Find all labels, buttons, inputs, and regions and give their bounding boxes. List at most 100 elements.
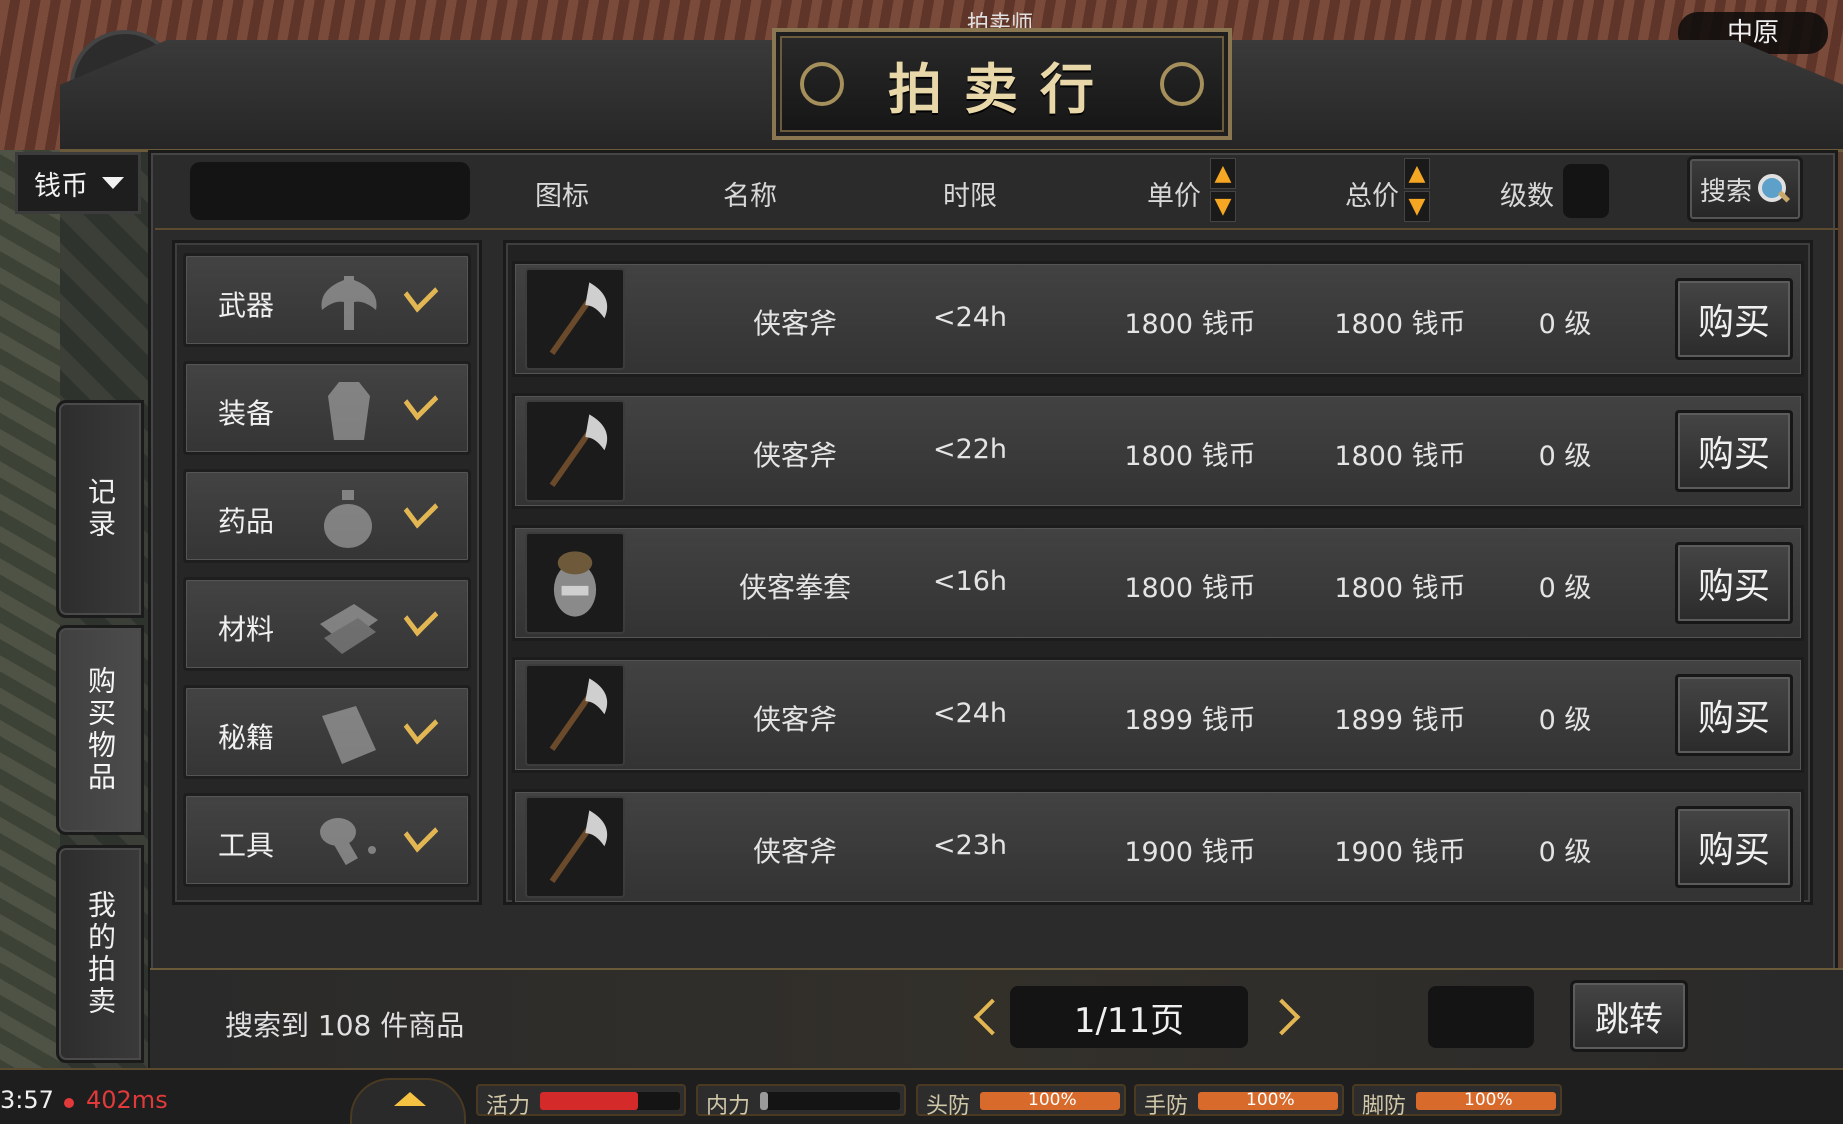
ping-dot-icon — [64, 1098, 74, 1108]
category-materials[interactable]: 材料 — [183, 577, 471, 671]
item-total-price: 1800 钱币 — [1334, 573, 1466, 604]
item-unit-price: 1800 钱币 — [1124, 309, 1256, 340]
column-level: 级数 — [1500, 181, 1554, 212]
axe-item-icon — [525, 664, 625, 766]
axe-icon — [321, 276, 377, 330]
column-name: 名称 — [723, 181, 777, 212]
table-row[interactable]: 侠客斧 <23h 1900 钱币 1900 钱币 0 级 购买 — [512, 789, 1804, 905]
tab-records[interactable]: 记录 — [56, 400, 144, 618]
gauntlet-item-icon — [525, 532, 625, 634]
buy-button[interactable]: 购买 — [1675, 278, 1793, 360]
page-indicator: 1/11页 — [1010, 986, 1248, 1048]
item-level: 0 级 — [1538, 573, 1592, 604]
stat-foot-armor: 脚防 100% — [1352, 1084, 1562, 1119]
category-weapons[interactable]: 武器 — [183, 253, 471, 347]
item-name: 侠客斧 — [752, 307, 837, 340]
chevron-right-icon[interactable] — [1265, 998, 1305, 1038]
jump-button[interactable]: 跳转 — [1570, 980, 1688, 1052]
check-icon — [403, 489, 439, 529]
item-total-price: 1900 钱币 — [1334, 837, 1466, 868]
item-level: 0 级 — [1538, 309, 1592, 340]
stat-head-armor: 头防 100% — [916, 1084, 1126, 1119]
stat-label: 手防 — [1144, 1094, 1189, 1119]
category-medicine[interactable]: 药品 — [183, 469, 471, 563]
category-label: 秘籍 — [218, 721, 275, 754]
item-unit-price: 1899 钱币 — [1124, 705, 1256, 736]
search-input[interactable] — [190, 162, 470, 220]
scroll-ornament-icon — [800, 62, 844, 106]
sort-up-icon[interactable]: ▲ — [1404, 158, 1430, 189]
item-total-price: 1800 钱币 — [1334, 309, 1466, 340]
currency-label: 钱币 — [34, 170, 88, 202]
item-list: 侠客斧 <24h 1800 钱币 1800 钱币 0 级 购买 侠客斧 <22h… — [503, 240, 1813, 905]
result-count: 搜索到 108 件商品 — [225, 1009, 465, 1042]
total-price-sort: ▲ ▼ — [1404, 158, 1430, 222]
item-time: <24h — [932, 698, 1008, 729]
search-button[interactable]: 搜索 — [1687, 156, 1803, 222]
scroll-ornament-icon — [1160, 62, 1204, 106]
category-label: 武器 — [218, 289, 275, 322]
item-name: 侠客拳套 — [738, 571, 851, 604]
category-equipment[interactable]: 装备 — [183, 361, 471, 455]
axe-item-icon — [525, 268, 625, 370]
category-tools[interactable]: 工具 — [183, 793, 471, 887]
buy-button[interactable]: 购买 — [1675, 410, 1793, 492]
item-name: 侠客斧 — [752, 703, 837, 736]
clock-time: 3:57 — [0, 1086, 54, 1114]
book-icon — [322, 706, 376, 764]
tab-buy-items-label: 购买物品 — [84, 666, 117, 794]
buy-button[interactable]: 购买 — [1675, 542, 1793, 624]
buy-button[interactable]: 购买 — [1675, 806, 1793, 888]
page-title: 拍卖行 — [888, 56, 1116, 121]
expand-hud-button[interactable] — [350, 1078, 466, 1124]
sort-down-icon[interactable]: ▼ — [1404, 191, 1430, 222]
column-icon: 图标 — [535, 181, 589, 212]
cloth-icon — [320, 604, 378, 654]
tab-buy-items[interactable]: 购买物品 — [56, 625, 144, 835]
item-unit-price: 1900 钱币 — [1124, 837, 1256, 868]
tab-records-label: 记录 — [84, 477, 117, 541]
check-icon — [403, 273, 439, 313]
stat-vitality: 活力 — [476, 1084, 686, 1119]
category-manuals[interactable]: 秘籍 — [183, 685, 471, 779]
category-label: 工具 — [218, 829, 275, 862]
stat-value: 100% — [1028, 1090, 1077, 1110]
item-unit-price: 1800 钱币 — [1124, 573, 1256, 604]
buy-button[interactable]: 购买 — [1675, 674, 1793, 756]
category-label: 装备 — [218, 397, 275, 430]
sort-up-icon[interactable]: ▲ — [1210, 158, 1236, 189]
tab-my-auctions-label: 我的拍卖 — [84, 890, 117, 1018]
check-icon — [403, 381, 439, 421]
search-icon — [1756, 172, 1790, 206]
currency-dropdown[interactable]: 钱币 — [15, 152, 141, 214]
item-level: 0 级 — [1538, 705, 1592, 736]
stat-inner-power: 内力 — [696, 1084, 906, 1119]
tab-my-auctions[interactable]: 我的拍卖 — [56, 845, 144, 1063]
potion-icon — [324, 490, 372, 548]
table-row[interactable]: 侠客斧 <24h 1899 钱币 1899 钱币 0 级 购买 — [512, 657, 1804, 773]
item-unit-price: 1800 钱币 — [1124, 441, 1256, 472]
stat-bar — [760, 1092, 900, 1110]
item-level: 0 级 — [1538, 441, 1592, 472]
stat-label: 头防 — [926, 1094, 971, 1119]
table-row[interactable]: 侠客斧 <24h 1800 钱币 1800 钱币 0 级 购买 — [512, 261, 1804, 377]
jump-page-input[interactable] — [1428, 986, 1534, 1048]
check-icon — [403, 705, 439, 745]
item-time: <24h — [932, 302, 1008, 333]
chevron-down-icon — [102, 177, 124, 189]
item-name: 侠客斧 — [752, 835, 837, 868]
unit-price-sort: ▲ ▼ — [1210, 158, 1236, 222]
level-filter-input[interactable] — [1563, 164, 1609, 218]
stat-label: 脚防 — [1362, 1094, 1407, 1119]
sort-down-icon[interactable]: ▼ — [1210, 191, 1236, 222]
item-total-price: 1899 钱币 — [1334, 705, 1466, 736]
item-time: <22h — [932, 434, 1008, 465]
table-row[interactable]: 侠客斧 <22h 1800 钱币 1800 钱币 0 级 购买 — [512, 393, 1804, 509]
tool-icon — [320, 818, 376, 866]
category-panel: 武器 装备 药品 材料 秘籍 工具 — [172, 240, 482, 905]
table-row[interactable]: 侠客拳套 <16h 1800 钱币 1800 钱币 0 级 购买 — [512, 525, 1804, 641]
robe-icon — [328, 382, 370, 440]
item-name: 侠客斧 — [752, 439, 837, 472]
title-plate: 拍卖行 — [772, 28, 1232, 140]
chevron-left-icon[interactable] — [965, 998, 1005, 1038]
